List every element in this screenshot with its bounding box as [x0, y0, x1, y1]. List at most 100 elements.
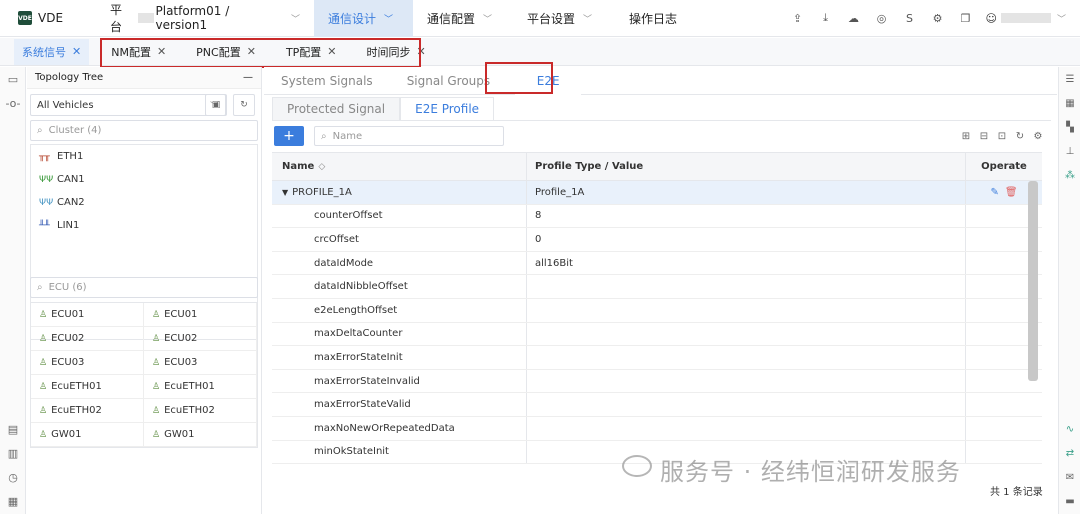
bus-item-lin1[interactable]: ╨╨ LIN1	[31, 214, 257, 237]
table-row[interactable]: dataIdNibbleOffset	[272, 275, 1042, 299]
network-icon[interactable]: ⁂	[1059, 163, 1080, 187]
ecu-item[interactable]: ♙ GW01	[144, 423, 257, 447]
calendar-icon[interactable]: ▦	[0, 489, 26, 513]
operate-cell	[966, 393, 1042, 416]
param-name: dataIdNibbleOffset	[272, 275, 527, 298]
bus-item-can2[interactable]: ΨΨ CAN2	[31, 191, 257, 214]
file-icon[interactable]: ▥	[0, 441, 26, 465]
ecu-item[interactable]: ♙ EcuETH01	[31, 375, 144, 399]
ecu-item[interactable]: ♙ ECU01	[31, 303, 144, 327]
platform-value: Platform01 / version1	[155, 4, 230, 32]
caret-down-icon[interactable]: ▼	[282, 188, 288, 197]
ecu-item[interactable]: ♙ ECU03	[144, 351, 257, 375]
chevron-down-icon: ﹀	[583, 14, 593, 25]
node-icon[interactable]: -o-	[0, 91, 26, 115]
table-row[interactable]: e2eLengthOffset	[272, 298, 1042, 323]
tab-label: 系统信号	[22, 45, 66, 59]
tab-e2e-profile[interactable]: E2E Profile	[400, 97, 495, 120]
app-logo[interactable]: VDE VDE	[18, 11, 96, 25]
ecu-item[interactable]: ♙ GW01	[31, 423, 144, 447]
ecu-item[interactable]: ♙ ECU02	[31, 327, 144, 351]
platform-selector[interactable]: 平台 Platform01 / version1 ﹀	[96, 0, 314, 37]
ecu-item[interactable]: ♙ EcuETH02	[144, 399, 257, 423]
nav-comm-design[interactable]: 通信设计 ﹀	[314, 0, 413, 37]
tab-system-signals[interactable]: 系统信号 ✕	[14, 38, 90, 65]
bus-item-can1[interactable]: ΨΨ CAN1	[31, 168, 257, 191]
export-button[interactable]: ▣	[205, 94, 227, 116]
table-row[interactable]: crcOffset 0	[272, 228, 1042, 252]
table-row[interactable]: maxErrorStateValid	[272, 393, 1042, 417]
record-count: 共 1 条记录	[990, 487, 1043, 498]
ecu-search-input[interactable]: ⌕ ECU (6)	[30, 277, 258, 298]
watermark: 服务号 · 经纬恒润研发服务	[660, 458, 961, 486]
topology-header: Topology Tree —	[27, 67, 261, 89]
upload-icon[interactable]: ⇪	[784, 12, 812, 25]
add-button[interactable]: +	[274, 126, 304, 146]
header-type: Profile Type / Value	[527, 153, 966, 180]
target-icon[interactable]: ◎	[868, 12, 896, 25]
operate-cell	[966, 441, 1042, 464]
table-row[interactable]: maxErrorStateInvalid	[272, 369, 1042, 394]
tab-system-signals-sub[interactable]: System Signals	[264, 67, 390, 95]
apps-icon[interactable]: ▚	[1059, 115, 1080, 139]
ecu-item[interactable]: ♙ EcuETH02	[31, 399, 144, 423]
table-toolbar: + ⌕ Name ⊞ ⊟ ⊡ ↻ ⚙	[272, 123, 1051, 149]
chat-icon[interactable]: ▬	[1059, 489, 1080, 513]
table-row-profile[interactable]: ▼ PROFILE_1A Profile_1A ✎ 🗑	[272, 181, 1042, 205]
ecu-item[interactable]: ♙ EcuETH01	[144, 375, 257, 399]
table-row[interactable]: counterOffset 8	[272, 204, 1042, 229]
tab-protected-signal[interactable]: Protected Signal	[272, 97, 401, 120]
gear-icon[interactable]: ⚙	[924, 12, 952, 25]
highlight-box-e2e	[485, 62, 553, 94]
clock-icon[interactable]: ◷	[0, 465, 26, 489]
name-search-input[interactable]: ⌕ Name	[314, 126, 504, 146]
nav-comm-config[interactable]: 通信配置 ﹀	[413, 0, 513, 37]
list-icon[interactable]: ☰	[1059, 67, 1080, 91]
refresh-button[interactable]: ↻	[233, 94, 255, 116]
edit-icon[interactable]: ✎	[990, 187, 998, 198]
platform-label: 平台	[110, 3, 123, 34]
inner-tabs: Protected Signal E2E Profile	[272, 97, 1051, 121]
expand-icon[interactable]: ⊟	[977, 131, 991, 142]
grid-icon[interactable]: ▦	[1059, 91, 1080, 115]
delete-icon[interactable]: 🗑	[1005, 187, 1018, 198]
nav-platform-settings[interactable]: 平台设置 ﹀	[513, 0, 615, 37]
ecu-item[interactable]: ♙ ECU02	[144, 327, 257, 351]
vehicle-select[interactable]: All Vehicles ﹀	[30, 94, 226, 116]
table-row[interactable]: maxDeltaCounter	[272, 322, 1042, 347]
nav-operation-log[interactable]: 操作日志	[615, 0, 691, 37]
ecu-icon: ♙	[152, 429, 161, 440]
table-scrollbar[interactable]	[1028, 181, 1038, 381]
ecu-item[interactable]: ♙ ECU03	[31, 351, 144, 375]
bus-item-eth1[interactable]: ╥╥ ETH1	[31, 145, 257, 168]
table-row[interactable]: maxNoNewOrRepeatedData	[272, 416, 1042, 441]
param-name: crcOffset	[272, 228, 527, 251]
close-icon[interactable]: ✕	[72, 45, 81, 58]
download-icon[interactable]: ⤓	[812, 11, 840, 25]
table-row[interactable]: dataIdMode all16Bit	[272, 251, 1042, 276]
share-icon[interactable]: ⇄	[1059, 441, 1080, 465]
gear-icon[interactable]: ⚙	[1031, 131, 1045, 142]
header-name[interactable]: Name ◇	[272, 153, 527, 180]
pulse-icon[interactable]: ∿	[1059, 417, 1080, 441]
copy-icon[interactable]: ❐	[952, 12, 980, 25]
cloud-icon[interactable]: ☁	[840, 12, 868, 25]
refresh-icon[interactable]: ↻	[1013, 131, 1027, 142]
vehicle-select-value: All Vehicles	[37, 99, 94, 111]
user-menu[interactable]: ☺ ﹀	[986, 12, 1066, 25]
sort-icon[interactable]: ◇	[318, 162, 325, 172]
table-row[interactable]: maxErrorStateInit	[272, 346, 1042, 370]
layout-icon[interactable]: ⊡	[995, 131, 1009, 142]
ecu-placeholder: ECU (6)	[48, 282, 87, 293]
s-icon[interactable]: S	[896, 12, 924, 25]
ecu-item[interactable]: ♙ ECU01	[144, 303, 257, 327]
cluster-search-input[interactable]: ⌕ Cluster (4)	[30, 120, 258, 141]
column-settings-icon[interactable]: ⊞	[959, 131, 973, 142]
ecu-label: ECU02	[164, 333, 198, 344]
document-icon[interactable]: ▤	[0, 417, 26, 441]
folder-icon[interactable]: ▭	[0, 67, 26, 91]
hierarchy-icon[interactable]: ⊥	[1059, 139, 1080, 163]
header-operate: Operate	[981, 161, 1027, 172]
collapse-icon[interactable]: —	[243, 72, 253, 83]
mail-icon[interactable]: ✉	[1059, 465, 1080, 489]
